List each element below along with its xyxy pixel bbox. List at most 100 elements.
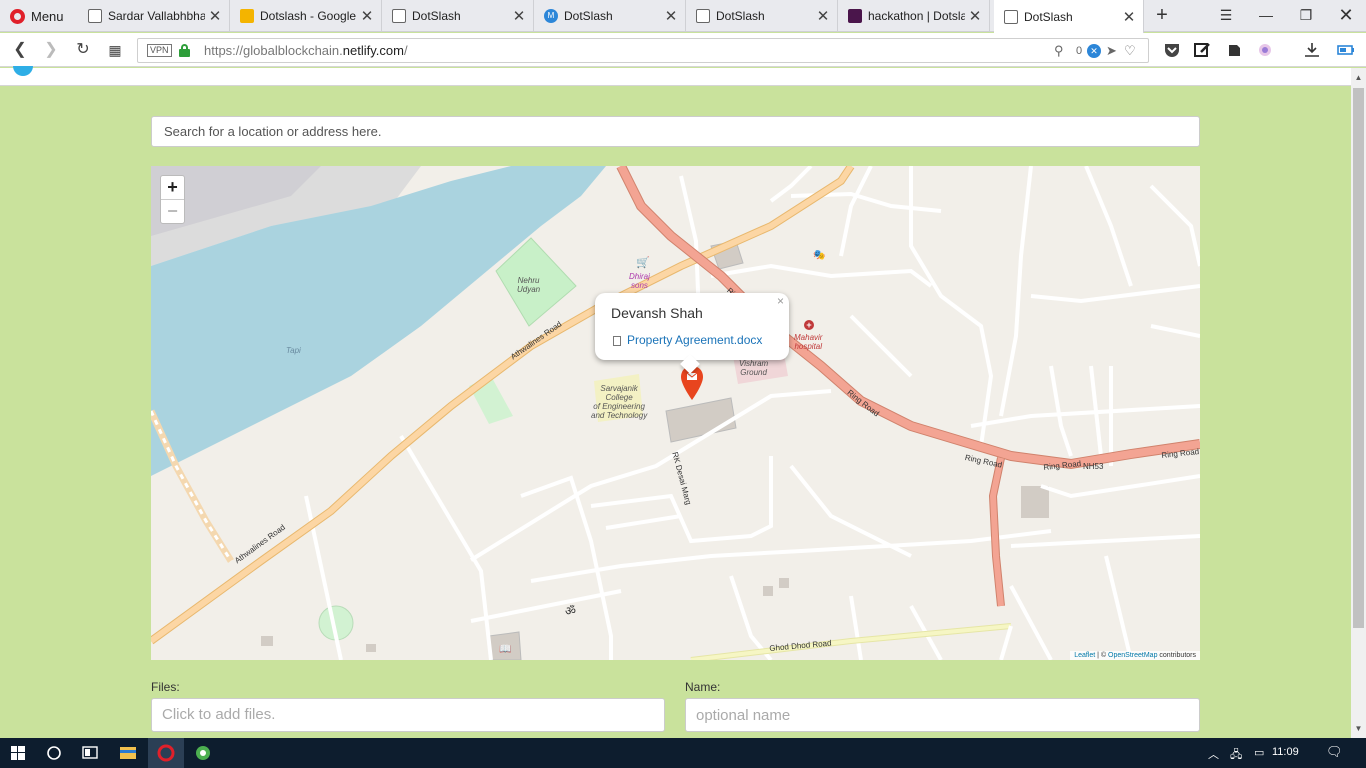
- reload-icon[interactable]: ↻: [72, 39, 94, 61]
- popup-close-button[interactable]: ×: [777, 294, 784, 308]
- site-logo-icon[interactable]: [13, 66, 33, 76]
- battery-icon[interactable]: [1337, 42, 1355, 58]
- tab-title: Sardar Vallabhbhai: [108, 9, 205, 23]
- address-bar[interactable]: VPN https://globalblockchain.netlify.com…: [137, 38, 1149, 63]
- close-tab-icon[interactable]: ✕: [509, 7, 529, 25]
- pocket-icon[interactable]: [1163, 42, 1181, 58]
- m-icon: M: [544, 9, 558, 23]
- back-button[interactable]: ❮: [9, 39, 31, 61]
- file-dropzone[interactable]: Click to add files.: [151, 698, 665, 732]
- ad-block-icon[interactable]: ✕: [1087, 44, 1101, 58]
- tab-1[interactable]: Dotslash - Google ✕: [230, 0, 382, 32]
- opera-menu-button[interactable]: Menu: [4, 0, 74, 32]
- location-search-input[interactable]: [151, 116, 1200, 147]
- tab-menu-icon[interactable]: ☰: [1206, 0, 1246, 32]
- minimize-icon[interactable]: —: [1246, 0, 1286, 32]
- action-center-icon[interactable]: 🗨: [1326, 744, 1343, 760]
- new-tab-button[interactable]: +: [1150, 4, 1174, 28]
- download-icon[interactable]: [1303, 42, 1321, 58]
- map-attribution: Leaflet | © OpenStreetMap contributors: [1070, 651, 1200, 660]
- windows-taskbar: ︿ 🖧 ▭ 11:09 🗨: [0, 738, 1366, 768]
- temple-icon: ॐ: [565, 604, 576, 618]
- popup-file-link[interactable]: Property Agreement.docx: [627, 333, 762, 347]
- marker-popup: Devansh Shah × Property Agreement.docx: [595, 293, 789, 374]
- map-road-nh53: NH53: [1083, 462, 1104, 471]
- close-tab-icon[interactable]: ✕: [357, 7, 377, 25]
- vpn-badge[interactable]: VPN: [147, 44, 172, 57]
- tab-title: DotSlash: [412, 9, 461, 23]
- name-label: Name:: [685, 680, 721, 694]
- popup-owner-name: Devansh Shah: [611, 305, 703, 321]
- scrollbar-thumb[interactable]: [1353, 88, 1364, 628]
- slack-icon: [848, 9, 862, 23]
- tab-title: DotSlash: [564, 9, 613, 23]
- map-label-tapi: Tapi: [286, 346, 301, 355]
- map-tiles: [151, 166, 1200, 660]
- map-label-college: Sarvajanik College of Engineering and Techn…: [591, 384, 648, 420]
- map-view[interactable]: Nehru Udyan Dhiraj sons Tapi Mahavir hospit…: [151, 166, 1200, 660]
- heart-icon[interactable]: ♡: [1124, 43, 1136, 59]
- cortana-search-icon[interactable]: [36, 738, 72, 768]
- tab-4[interactable]: DotSlash ✕: [686, 0, 838, 32]
- files-label: Files:: [151, 680, 180, 694]
- restore-icon[interactable]: ❐: [1286, 0, 1326, 32]
- network-icon[interactable]: 🖧: [1230, 746, 1242, 765]
- url-text[interactable]: https://globalblockchain.netlify.com/: [204, 43, 408, 58]
- tab-6-active[interactable]: DotSlash ✕: [994, 0, 1144, 33]
- close-tab-icon[interactable]: ✕: [661, 7, 681, 25]
- file-icon: [613, 336, 621, 346]
- library-icon: 📖: [499, 644, 512, 655]
- zoom-in-button[interactable]: +: [161, 176, 184, 200]
- leaflet-link[interactable]: Leaflet: [1074, 652, 1095, 659]
- task-view-icon[interactable]: [72, 738, 108, 768]
- map-label-nehru-udyan: Nehru Udyan: [517, 276, 541, 294]
- extension-icon[interactable]: [1256, 42, 1274, 58]
- windows-start-icon[interactable]: [0, 738, 36, 768]
- doc-icon: [88, 9, 102, 23]
- tab-5[interactable]: hackathon | Dotsla ✕: [838, 0, 990, 32]
- page-scrollbar[interactable]: ▲ ▼: [1351, 68, 1366, 738]
- clock[interactable]: 11:09: [1272, 746, 1299, 758]
- close-tab-icon[interactable]: ✕: [965, 7, 985, 25]
- osm-link[interactable]: OpenStreetMap: [1108, 652, 1157, 659]
- tab-title: DotSlash: [716, 9, 765, 23]
- chrome-taskbar-icon[interactable]: [185, 738, 221, 768]
- zoom-out-button[interactable]: −: [161, 200, 184, 224]
- forward-button[interactable]: ❯: [40, 39, 62, 61]
- search-icon[interactable]: ⚲: [1054, 43, 1064, 59]
- battery-tray-icon[interactable]: ▭: [1254, 746, 1264, 759]
- tab-bar: Menu Sardar Vallabhbhai ✕ Dotslash - Goo…: [0, 0, 1366, 33]
- hospital-icon: +: [804, 320, 814, 330]
- edit-icon[interactable]: [1194, 42, 1212, 58]
- lock-icon[interactable]: [179, 44, 190, 57]
- tab-title: hackathon | Dotsla: [868, 9, 965, 23]
- close-tab-icon[interactable]: ✕: [1119, 8, 1139, 26]
- file-explorer-icon[interactable]: [110, 738, 146, 768]
- name-input[interactable]: [685, 698, 1200, 732]
- map-label-mahavir-hospital: Mahavir hospital: [794, 333, 823, 351]
- scroll-down-icon[interactable]: ▼: [1351, 721, 1366, 736]
- site-header: [0, 66, 1351, 86]
- slides-icon: [240, 9, 254, 23]
- zoom-control: + −: [160, 175, 185, 224]
- tab-2[interactable]: DotSlash ✕: [382, 0, 534, 32]
- doc-icon: [696, 9, 710, 23]
- close-tab-icon[interactable]: ✕: [813, 7, 833, 25]
- close-window-icon[interactable]: ✕: [1326, 0, 1366, 32]
- close-tab-icon[interactable]: ✕: [205, 7, 225, 25]
- tab-0[interactable]: Sardar Vallabhbhai ✕: [78, 0, 230, 32]
- evernote-icon[interactable]: [1225, 42, 1243, 58]
- doc-icon: [1004, 9, 1018, 24]
- opera-taskbar-icon[interactable]: [148, 738, 184, 768]
- send-icon[interactable]: ➤: [1106, 43, 1117, 59]
- scroll-up-icon[interactable]: ▲: [1351, 70, 1366, 85]
- menu-label: Menu: [31, 8, 64, 24]
- tray-chevron-icon[interactable]: ︿: [1208, 746, 1219, 762]
- tab-title: Dotslash - Google: [260, 9, 357, 23]
- tab-3[interactable]: M DotSlash ✕: [534, 0, 686, 32]
- map-label-dhiraj-sons: Dhiraj sons: [629, 272, 650, 290]
- address-toolbar: ❮ ❯ ↻ ▦ VPN https://globalblockchain.net…: [0, 33, 1366, 67]
- speed-dial-icon[interactable]: ▦: [104, 39, 126, 61]
- tab-title: DotSlash: [1024, 9, 1073, 24]
- doc-icon: [392, 9, 406, 23]
